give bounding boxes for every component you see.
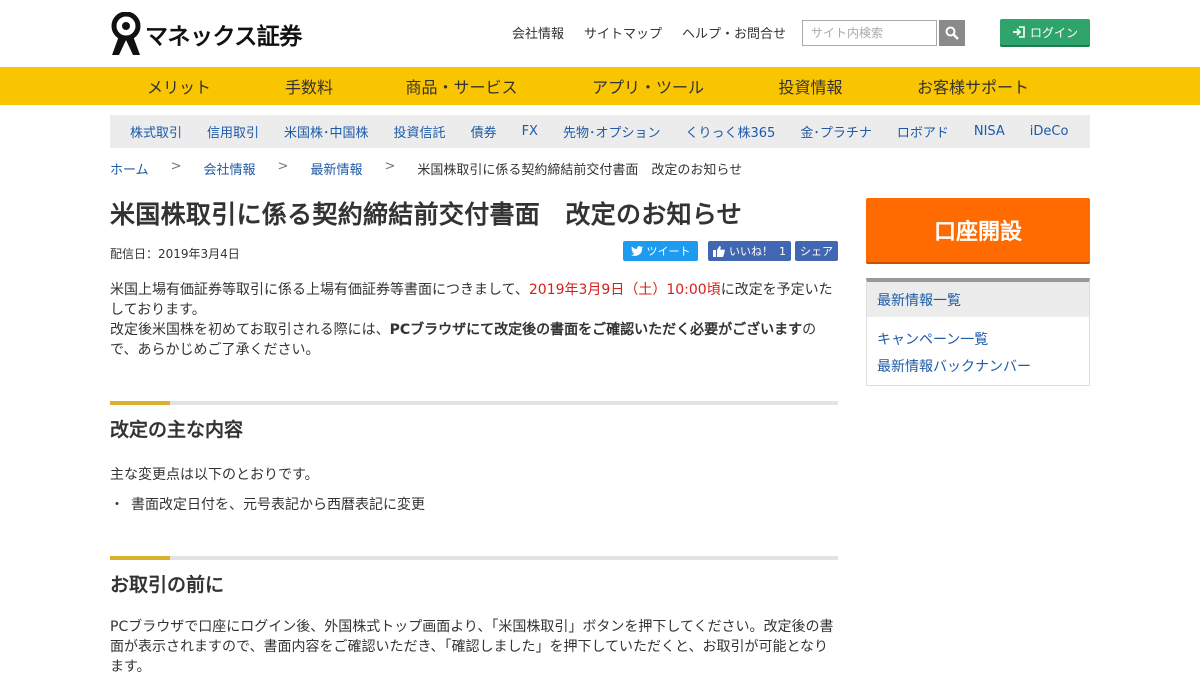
subnav-stocks[interactable]: 株式取引 <box>130 122 182 141</box>
nav-apps-tools[interactable]: アプリ・ツール <box>553 67 743 105</box>
nav-investment-info[interactable]: 投資情報 <box>743 67 878 105</box>
like-button[interactable]: いいね！ 1 <box>708 241 791 261</box>
product-subnav: 株式取引 信用取引 米国株･中国株 投資信託 債券 FX 先物･オプション くり… <box>110 115 1090 148</box>
breadcrumb-separator: > <box>170 159 182 174</box>
section-divider <box>110 401 838 405</box>
link-help[interactable]: ヘルプ・お問合せ <box>682 23 786 42</box>
login-label: ログイン <box>1029 25 1078 40</box>
subnav-funds[interactable]: 投資信託 <box>394 122 446 141</box>
subnav-click-kabu365[interactable]: くりっく株365 <box>685 122 775 141</box>
news-sidebar: 最新情報一覧 キャンペーン一覧 最新情報バックナンバー <box>866 278 1090 386</box>
subnav-robo-advisor[interactable]: ロボアド <box>897 122 949 141</box>
site-logo[interactable]: マネックス証券 <box>110 12 302 55</box>
share-buttons: ツイート いいね！ 1 シェア <box>623 241 838 261</box>
subnav-ideco[interactable]: iDeCo <box>1030 124 1069 139</box>
tweet-label: ツイート <box>646 245 691 258</box>
section-text-changes: 主な変更点は以下のとおりです。 <box>110 467 319 483</box>
subnav-gold-platinum[interactable]: 金･プラチナ <box>800 122 872 141</box>
breadcrumb-separator: > <box>384 159 396 174</box>
section-text-before-trading: PCブラウザで口座にログイン後、外国株式トップ画面より、「米国株取引」ボタンを押… <box>110 619 834 675</box>
utility-links: 会社情報 サイトマップ ヘルプ・お問合せ <box>512 23 806 42</box>
subnav-bonds[interactable]: 債券 <box>471 122 497 141</box>
bullet-mark: ・ <box>110 497 124 513</box>
list-item-text: 書面改定日付を、元号表記から西暦表記に変更 <box>131 497 425 513</box>
subnav-nisa[interactable]: NISA <box>974 124 1005 139</box>
section-title-before-trading: お取引の前に <box>110 574 225 596</box>
tweet-button[interactable]: ツイート <box>623 241 698 261</box>
publish-date: 配信日：2019年3月4日 <box>110 247 240 261</box>
like-label: いいね！ <box>729 245 773 258</box>
facebook-share-button[interactable]: シェア <box>795 241 838 261</box>
sidebar-link-campaigns[interactable]: キャンペーン一覧 <box>877 330 1079 350</box>
search-input[interactable] <box>802 20 937 46</box>
list-item: ・ 書面改定日付を、元号表記から西暦表記に変更 <box>110 495 838 515</box>
section-title-changes: 改定の主な内容 <box>110 419 244 441</box>
breadcrumb-current: 米国株取引に係る契約締結前交付書面 改定のお知らせ <box>417 163 743 178</box>
sidebar-links: キャンペーン一覧 最新情報バックナンバー <box>867 317 1089 377</box>
nav-products[interactable]: 商品・サービス <box>370 67 553 105</box>
important-note: PCブラウザにて改定後の書面をご確認いただく必要がございます <box>389 322 803 338</box>
intro-text: 米国上場有価証券等取引に係る上場有価証券等書面につきまして、2019年3月9日（… <box>110 280 838 360</box>
subnav-fx[interactable]: FX <box>522 124 538 139</box>
thumbs-up-icon <box>713 245 725 257</box>
sidebar-link-backnumber[interactable]: 最新情報バックナンバー <box>877 357 1079 377</box>
login-icon <box>1012 26 1025 38</box>
main-nav: メリット 手数料 商品・サービス アプリ・ツール 投資情報 お客様サポート <box>0 67 1200 105</box>
nav-merit[interactable]: メリット <box>110 67 248 105</box>
breadcrumb-news[interactable]: 最新情報 <box>310 159 362 178</box>
breadcrumb: ホーム > 会社情報 > 最新情報 > 米国株取引に係る契約締結前交付書面 改定… <box>110 159 742 178</box>
breadcrumb-company[interactable]: 会社情報 <box>204 159 256 178</box>
subnav-margin[interactable]: 信用取引 <box>207 122 259 141</box>
link-sitemap[interactable]: サイトマップ <box>584 23 662 42</box>
twitter-icon <box>630 246 643 256</box>
article: 米国株取引に係る契約締結前交付書面 改定のお知らせ 配信日：2019年3月4日 … <box>110 195 838 677</box>
nav-fees[interactable]: 手数料 <box>248 67 370 105</box>
intro-paragraph-1: 米国上場有価証券等取引に係る上場有価証券等書面につきまして、2019年3月9日（… <box>110 282 833 318</box>
nav-support[interactable]: お客様サポート <box>878 67 1068 105</box>
subnav-futures-options[interactable]: 先物･オプション <box>563 122 661 141</box>
logo-mark-icon <box>111 12 141 55</box>
subnav-us-china-stocks[interactable]: 米国株･中国株 <box>284 122 369 141</box>
page-title: 米国株取引に係る契約締結前交付書面 改定のお知らせ <box>110 200 743 229</box>
logo-text: マネックス証券 <box>145 23 302 50</box>
article-meta: 配信日：2019年3月4日 ツイート いいね！ 1 シェア <box>110 241 838 265</box>
open-account-button[interactable]: 口座開設 <box>866 198 1090 262</box>
site-search <box>802 20 965 46</box>
search-icon <box>945 26 959 40</box>
news-list-link[interactable]: 最新情報一覧 <box>867 282 1089 317</box>
link-company-info[interactable]: 会社情報 <box>512 23 564 42</box>
schedule-datetime: 2019年3月9日（土）10:00頃 <box>528 282 721 298</box>
intro-paragraph-2: 改定後米国株を初めてお取引される際には、PCブラウザにて改定後の書面をご確認いた… <box>110 322 817 358</box>
breadcrumb-home[interactable]: ホーム <box>110 159 149 178</box>
breadcrumb-separator: > <box>277 159 289 174</box>
search-button[interactable] <box>939 20 965 46</box>
section-divider <box>110 556 838 560</box>
site-header: マネックス証券 会社情報 サイトマップ ヘルプ・お問合せ ログイン <box>0 0 1200 67</box>
like-count: 1 <box>779 244 786 258</box>
login-button[interactable]: ログイン <box>1000 19 1090 45</box>
